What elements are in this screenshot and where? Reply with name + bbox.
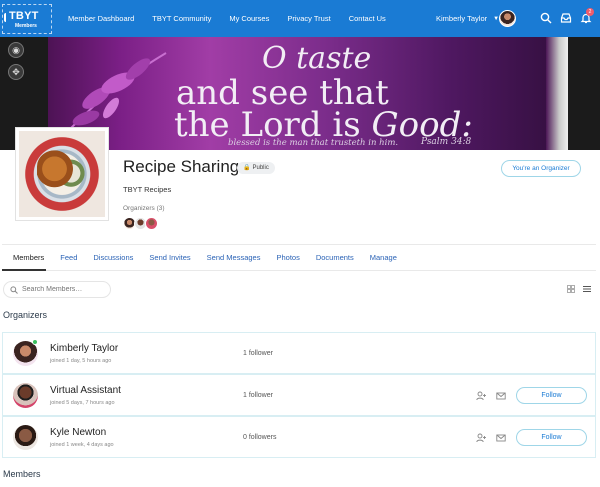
search-icon xyxy=(10,285,18,294)
members-heading: Members xyxy=(3,469,41,479)
member-card: Virtual Assistant joined 5 days, 7 hours… xyxy=(2,374,596,416)
list-view-icon[interactable] xyxy=(583,285,591,293)
active-tab-indicator xyxy=(2,269,46,271)
privacy-label: Public xyxy=(252,165,269,171)
nav-tbyt-community[interactable]: TBYT Community xyxy=(152,14,211,23)
user-name: Kimberly Taylor xyxy=(436,14,488,23)
user-avatar[interactable] xyxy=(499,10,516,27)
tab-photos[interactable]: Photos xyxy=(276,253,299,262)
search-members-input[interactable] xyxy=(22,286,107,293)
member-name[interactable]: Kyle Newton xyxy=(50,427,106,438)
member-avatar[interactable] xyxy=(13,425,38,450)
member-name[interactable]: Virtual Assistant xyxy=(50,385,121,396)
nav-privacy-trust[interactable]: Privacy Trust xyxy=(287,14,330,23)
banner-reference: Psalm 34:8 xyxy=(421,137,472,147)
member-joined: joined 1 day, 5 hours ago xyxy=(50,358,112,364)
logo-subtext: Members xyxy=(15,23,37,29)
site-logo[interactable]: TBYT Members xyxy=(2,4,52,34)
organizer-role-button[interactable]: You're an Organizer xyxy=(501,160,581,177)
organizer-avatar[interactable] xyxy=(145,217,158,230)
tab-send-messages[interactable]: Send Messages xyxy=(207,253,261,262)
tab-discussions[interactable]: Discussions xyxy=(93,253,133,262)
cover-right-strip xyxy=(546,37,568,150)
tab-documents[interactable]: Documents xyxy=(316,253,354,262)
banner-line-4: blessed is the man that trusteth in him. xyxy=(228,138,399,148)
top-navigation: TBYT Members Member Dashboard TBYT Commu… xyxy=(0,0,600,37)
banner-line-1: O taste xyxy=(262,41,372,76)
member-followers: 0 followers xyxy=(243,434,277,441)
tab-members[interactable]: Members xyxy=(13,253,44,262)
member-card: Kimberly Taylor joined 1 day, 5 hours ag… xyxy=(2,332,596,374)
member-followers: 1 follower xyxy=(243,392,273,399)
online-status-dot xyxy=(32,339,38,345)
organizers-heading: Organizers xyxy=(3,310,48,320)
member-card: Kyle Newton joined 1 week, 4 days ago 0 … xyxy=(2,416,596,458)
member-joined: joined 1 week, 4 days ago xyxy=(50,442,114,448)
inbox-icon[interactable] xyxy=(560,12,572,24)
member-avatar[interactable] xyxy=(13,383,38,408)
nav-contact-us[interactable]: Contact Us xyxy=(349,14,386,23)
member-joined: joined 5 days, 7 hours ago xyxy=(50,400,115,406)
move-icon[interactable]: ✥ xyxy=(8,64,24,80)
tab-feed[interactable]: Feed xyxy=(60,253,77,262)
user-menu[interactable]: Kimberly Taylor ▼ xyxy=(436,0,499,37)
follow-button[interactable]: Follow xyxy=(516,429,587,446)
message-icon[interactable] xyxy=(496,391,506,401)
nav-member-dashboard[interactable]: Member Dashboard xyxy=(68,14,134,23)
tab-manage[interactable]: Manage xyxy=(370,253,397,262)
group-title: Recipe Sharing xyxy=(123,157,240,176)
group-description: TBYT Recipes xyxy=(123,185,172,194)
add-friend-icon[interactable] xyxy=(476,433,486,443)
member-followers: 1 follower xyxy=(243,350,273,357)
recipe-plate-image xyxy=(37,149,87,193)
cover-right-edge xyxy=(568,37,600,150)
organizer-avatars xyxy=(123,217,158,231)
grid-view-icon[interactable] xyxy=(567,285,575,293)
notification-count-badge: 2 xyxy=(586,8,594,16)
member-search xyxy=(3,281,111,298)
follow-button[interactable]: Follow xyxy=(516,387,587,404)
camera-icon[interactable]: ◉ xyxy=(8,42,24,58)
nav-my-courses[interactable]: My Courses xyxy=(229,14,269,23)
add-friend-icon[interactable] xyxy=(476,391,486,401)
group-avatar xyxy=(16,128,108,220)
main-menu: Member Dashboard TBYT Community My Cours… xyxy=(68,0,404,37)
organizers-count: Organizers (3) xyxy=(123,205,165,212)
member-name[interactable]: Kimberly Taylor xyxy=(50,343,118,354)
privacy-badge: 🔒 Public xyxy=(237,162,275,174)
search-icon[interactable] xyxy=(540,12,552,24)
logo-text: TBYT xyxy=(9,10,39,22)
group-tabs: Members Feed Discussions Send Invites Se… xyxy=(2,244,596,271)
lock-icon: 🔒 xyxy=(243,165,251,171)
tab-send-invites[interactable]: Send Invites xyxy=(149,253,190,262)
message-icon[interactable] xyxy=(496,433,506,443)
